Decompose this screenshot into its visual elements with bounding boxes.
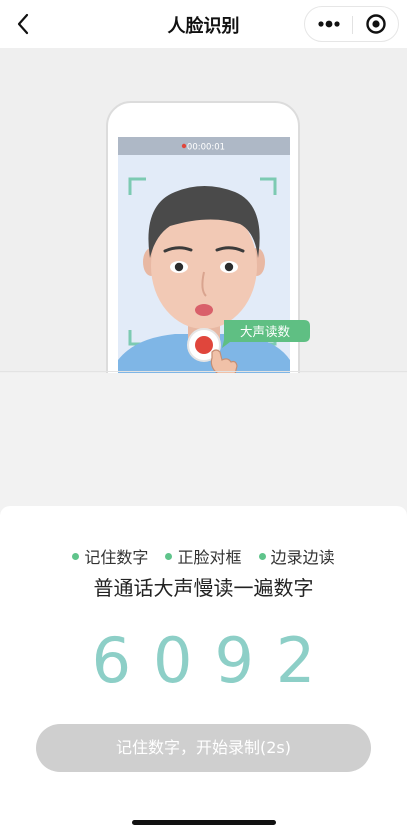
tip-label: 记住数字 [84, 548, 149, 567]
verification-digits: 6092 [91, 624, 338, 697]
tip-item: 记住数字 [72, 544, 148, 568]
tips-row: 记住数字 正脸对框 边录边读 [0, 544, 407, 568]
instruction-card: 记住数字 正脸对框 边录边读 普通话大声慢读一遍数字 6092 记住数字，开始录… [0, 506, 407, 835]
green-dot-icon [72, 553, 80, 560]
green-dot-icon [258, 553, 266, 560]
face-recognition-page: 人脸识别 大声读数 00:00:01 记住数字 正脸对框 边录边读 普通话大声慢… [0, 0, 407, 835]
start-recording-button[interactable]: 记住数字，开始录制(2s) [36, 724, 371, 772]
close-miniprogram-button[interactable] [353, 7, 399, 41]
read-instruction: 普通话大声慢读一遍数字 [93, 576, 314, 600]
illustration-divider [0, 371, 407, 372]
tip-item: 正脸对框 [165, 544, 242, 568]
tip-label: 边录边读 [270, 548, 335, 567]
bubble-text: 大声读数 [240, 324, 291, 339]
home-indicator [132, 820, 276, 825]
more-button[interactable] [305, 7, 352, 41]
target-icon [366, 14, 386, 34]
instruction-illustration: 大声读数 00:00:01 [0, 48, 407, 373]
mini-program-capsule [304, 6, 399, 42]
phone-illustration: 大声读数 00:00:01 [106, 101, 310, 373]
green-dot-icon [165, 553, 173, 560]
recording-timer: 00:00:01 [187, 143, 225, 153]
tip-item: 边录边读 [258, 544, 335, 568]
tip-label: 正脸对框 [177, 548, 242, 567]
more-dots-icon [318, 20, 340, 28]
nav-bar: 人脸识别 [0, 0, 407, 48]
